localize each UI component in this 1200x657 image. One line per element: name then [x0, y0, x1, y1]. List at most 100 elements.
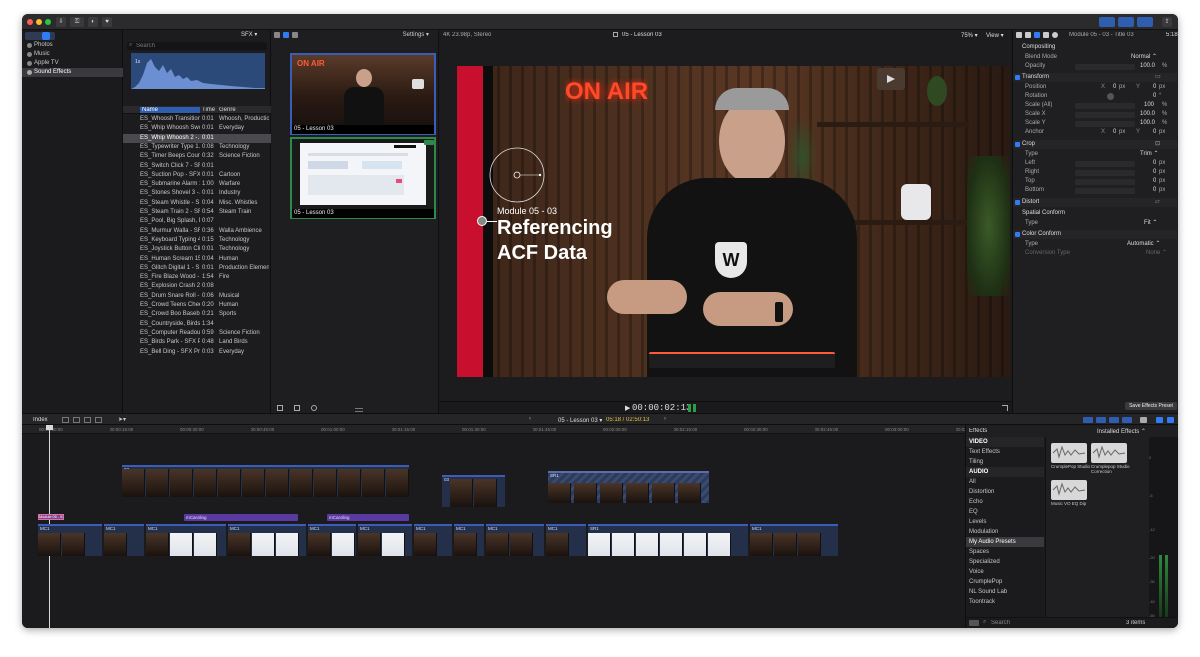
position-y-value[interactable]: 0	[1153, 83, 1156, 92]
crop-top-slider[interactable]	[1075, 178, 1135, 185]
timeline-clip[interactable]: MC1	[358, 524, 412, 556]
crop-type-select[interactable]: Trim ⌃	[1140, 150, 1158, 159]
layout-browser-icon[interactable]	[1099, 17, 1115, 27]
crop-left-value[interactable]: 0	[1153, 159, 1156, 168]
effect-preset[interactable]: Crumplepop Studio Correction	[1091, 443, 1130, 483]
crop-top-value[interactable]: 0	[1153, 177, 1156, 186]
effect-preset[interactable]: Music VO EQ Dip	[1051, 480, 1091, 520]
list-item[interactable]: ES_Submarine Alarm 1…1:00 Warfare	[123, 180, 271, 189]
effects-category-item[interactable]: CrumplePop	[966, 577, 1044, 587]
timeline-project-name[interactable]: 05 - Lesson 03 ▾	[558, 417, 602, 424]
list-item[interactable]: ES_Keyboard Typing 4…0:15 Technology	[123, 236, 271, 245]
scale-all-value[interactable]: 100	[1144, 101, 1154, 110]
scale-x-value[interactable]: 100.0	[1140, 110, 1155, 119]
view-menu[interactable]: View ▾	[986, 32, 1004, 39]
layout-timeline-icon[interactable]	[1118, 17, 1134, 27]
effects-category-item[interactable]: Text Effects	[966, 447, 1044, 457]
color-conform-checkbox[interactable]	[1015, 232, 1020, 237]
title-clip[interactable]: Module 05 - 03	[38, 514, 64, 520]
column-header-time[interactable]: Time	[202, 107, 215, 113]
fullscreen-icon[interactable]	[1002, 405, 1008, 411]
photos-audio-tab-icon[interactable]	[42, 32, 50, 40]
crop-bottom-value[interactable]: 0	[1153, 186, 1156, 195]
timeline-clip[interactable]: MC1	[308, 524, 356, 556]
scale-x-slider[interactable]	[1075, 111, 1135, 118]
timeline-clip[interactable]: MC1	[146, 524, 226, 556]
list-view-icon[interactable]	[283, 32, 289, 38]
distort-onscreen-icon[interactable]: ▱	[1155, 198, 1160, 207]
zoom-window-button[interactable]	[45, 19, 51, 25]
timeline-clip[interactable]: MC1	[228, 524, 306, 556]
crop-left-slider[interactable]	[1075, 160, 1135, 167]
section-color-conform[interactable]: Color Conform	[1013, 230, 1177, 239]
timeline-clip[interactable]: MC1	[546, 524, 586, 556]
save-effects-preset-button[interactable]: Save Effects Preset	[1125, 402, 1177, 410]
list-item[interactable]: ES_Explosion Crash 2… 0:08	[123, 282, 271, 291]
clip-filter-icon[interactable]	[292, 32, 298, 38]
append-clip-icon[interactable]	[84, 417, 91, 423]
onscreen-control-handle[interactable]	[477, 216, 487, 226]
connect-clip-icon[interactable]	[62, 417, 69, 423]
anchor-x-value[interactable]: 0	[1113, 128, 1116, 137]
opacity-slider[interactable]	[1075, 63, 1135, 70]
list-item[interactable]: ES_Crowd Boo Baseba…0:21 Sports	[123, 310, 271, 319]
crop-right-value[interactable]: 0	[1153, 168, 1156, 177]
index-button[interactable]: Index	[33, 417, 48, 423]
keyword-icon[interactable]: ⚿	[70, 17, 84, 27]
crop-checkbox[interactable]	[1015, 142, 1020, 147]
transitions-browser-icon[interactable]	[1167, 417, 1174, 423]
list-item[interactable]: ES_Whip Whoosh 2 -… 0:01	[123, 133, 271, 143]
list-item[interactable]: ES_Bell Ding - SFX Pr… 0:03 Everyday	[123, 348, 271, 357]
share-icon[interactable]: ⇪	[1162, 17, 1172, 27]
transform-onscreen-icon[interactable]: ▭	[1155, 73, 1161, 82]
enhance-tool-icon[interactable]	[311, 405, 317, 411]
effects-category-item[interactable]: Modulation	[966, 527, 1044, 537]
timeline-ruler[interactable]: 00:00:00:0000:00:15:0000:00:30:0000:00:4…	[22, 425, 979, 434]
list-item[interactable]: ES_Crowd Teens Chee…0:20 Human	[123, 301, 271, 310]
play-button[interactable]: ▶	[625, 404, 630, 412]
effects-category-item[interactable]: Distortion	[966, 487, 1044, 497]
sidebar-item-sound-effects[interactable]: Sound Effects	[22, 68, 123, 77]
list-item[interactable]: ES_Stones Shovel 3 -… 0:01 Industry	[123, 189, 271, 198]
effects-category-item[interactable]: EQ	[966, 507, 1044, 517]
column-header-name[interactable]: Name	[140, 107, 200, 113]
audio-skimming-icon[interactable]	[1096, 417, 1106, 423]
libraries-tab-icon[interactable]	[25, 32, 55, 40]
history-back-icon[interactable]: ‹	[529, 416, 531, 422]
list-item[interactable]: ES_Joystick Button Cli… 0:01 Technology	[123, 245, 271, 254]
list-item[interactable]: ES_Computer Readout…0:59 Science Fiction	[123, 329, 271, 338]
section-distort[interactable]: Distort ▱	[1013, 198, 1177, 207]
filmstrip-view-icon[interactable]	[274, 32, 280, 38]
info-inspector-icon[interactable]	[1034, 32, 1040, 38]
connected-clip[interactable]: 03	[442, 475, 505, 507]
list-item[interactable]: ES_Glitch Digital 1 - S… 0:01 Production E…	[123, 264, 271, 273]
settings-menu[interactable]: Settings ▾	[403, 31, 429, 38]
favorites-icon[interactable]: ♥	[102, 17, 112, 27]
color-type-select[interactable]: Automatic ⌃	[1127, 240, 1160, 249]
rotation-value[interactable]: 0	[1153, 92, 1156, 101]
timeline-clip[interactable]: MC1	[486, 524, 544, 556]
opacity-value[interactable]: 100.0	[1140, 62, 1155, 71]
list-item[interactable]: ES_Drum Snare Roll -… 0:06 Musical	[123, 292, 271, 301]
scale-y-slider[interactable]	[1075, 120, 1135, 127]
resize-handle[interactable]	[355, 408, 363, 412]
waveform-preview[interactable]: 1s	[131, 53, 265, 89]
sidebar-toggle-icon[interactable]	[969, 620, 979, 626]
video-inspector-icon[interactable]	[1016, 32, 1022, 38]
effects-category-item[interactable]: All	[966, 477, 1044, 487]
skimming-icon[interactable]	[1083, 417, 1093, 423]
column-header-genre[interactable]: Genre	[219, 107, 236, 113]
timeline-clip[interactable]: SR1	[588, 524, 748, 556]
timeline-clip[interactable]: MC1	[454, 524, 484, 556]
list-item[interactable]: ES_Murmur Walla - SF…0:36 Walla Ambience	[123, 227, 271, 236]
effects-search-input[interactable]: ⌕ Search	[983, 619, 1123, 627]
list-item[interactable]: ES_Whip Whoosh Swo…0:01 Everyday	[123, 124, 271, 133]
crop-right-slider[interactable]	[1075, 169, 1135, 176]
list-item[interactable]: ES_Timer Beeps Coun…0:32 Science Fiction	[123, 152, 271, 161]
effects-browser-icon[interactable]	[1156, 417, 1163, 423]
crop-onscreen-icon[interactable]: ⊡	[1155, 140, 1160, 149]
list-item[interactable]: ES_Pool, Big Splash, D…0:07	[123, 217, 271, 226]
timeline-clip[interactable]: MC1	[104, 524, 144, 556]
list-item[interactable]: ES_Whoosh Transition…0:01 Whoosh, Product…	[123, 115, 271, 124]
anchor-y-value[interactable]: 0	[1153, 128, 1156, 137]
